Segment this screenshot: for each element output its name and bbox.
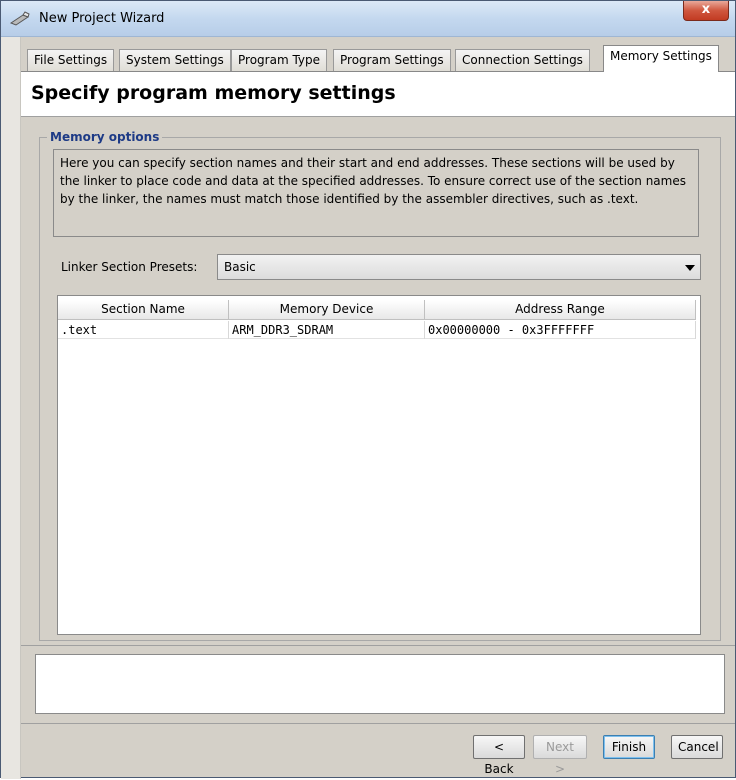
cell-section-name[interactable]: .text (58, 321, 229, 339)
message-area (35, 654, 725, 714)
finish-button[interactable]: Finish (603, 735, 655, 759)
column-header-section-name[interactable]: Section Name (58, 300, 229, 320)
window-title: New Project Wizard (39, 11, 165, 26)
column-header-address-range[interactable]: Address Range (425, 300, 696, 320)
back-button[interactable]: < Back (473, 735, 525, 776)
next-button[interactable]: Next > (533, 735, 587, 776)
divider (21, 645, 735, 646)
linker-presets-dropdown[interactable]: Basic (217, 254, 701, 280)
column-header-memory-device[interactable]: Memory Device (229, 300, 425, 320)
memory-options-legend: Memory options (47, 130, 163, 144)
tab-file-settings[interactable]: File Settings (27, 49, 115, 71)
memory-options-description: Here you can specify section names and t… (53, 149, 699, 237)
linker-presets-value: Basic (224, 260, 256, 274)
divider (21, 723, 735, 724)
tab-program-settings[interactable]: Program Settings (333, 49, 451, 71)
cell-memory-device[interactable]: ARM_DDR3_SDRAM (229, 321, 425, 339)
page-header: Specify program memory settings (21, 71, 735, 117)
sections-table: Section Name Memory Device Address Range… (57, 295, 701, 635)
cancel-button[interactable]: Cancel (671, 735, 723, 759)
table-header: Section Name Memory Device Address Range (58, 300, 696, 320)
tab-system-settings[interactable]: System Settings (119, 49, 231, 71)
wizard-wand-icon (9, 11, 30, 26)
tab-bar: File Settings System Settings Program Ty… (27, 45, 733, 72)
left-strip (1, 37, 21, 779)
page-title: Specify program memory settings (31, 82, 396, 104)
tab-program-type[interactable]: Program Type (231, 49, 328, 71)
tab-connection-settings[interactable]: Connection Settings (455, 49, 590, 71)
cell-address-range[interactable]: 0x00000000 - 0x3FFFFFFF (425, 321, 696, 339)
tab-memory-settings[interactable]: Memory Settings (603, 45, 719, 72)
table-row[interactable]: .text ARM_DDR3_SDRAM 0x00000000 - 0x3FFF… (58, 321, 696, 339)
wizard-window: New Project Wizard x File Settings Syste… (0, 0, 736, 779)
dropdown-arrow-icon[interactable] (685, 265, 695, 271)
close-button[interactable]: x (683, 1, 729, 21)
title-bar[interactable]: New Project Wizard x (1, 1, 735, 37)
linker-presets-label: Linker Section Presets: (61, 260, 198, 274)
